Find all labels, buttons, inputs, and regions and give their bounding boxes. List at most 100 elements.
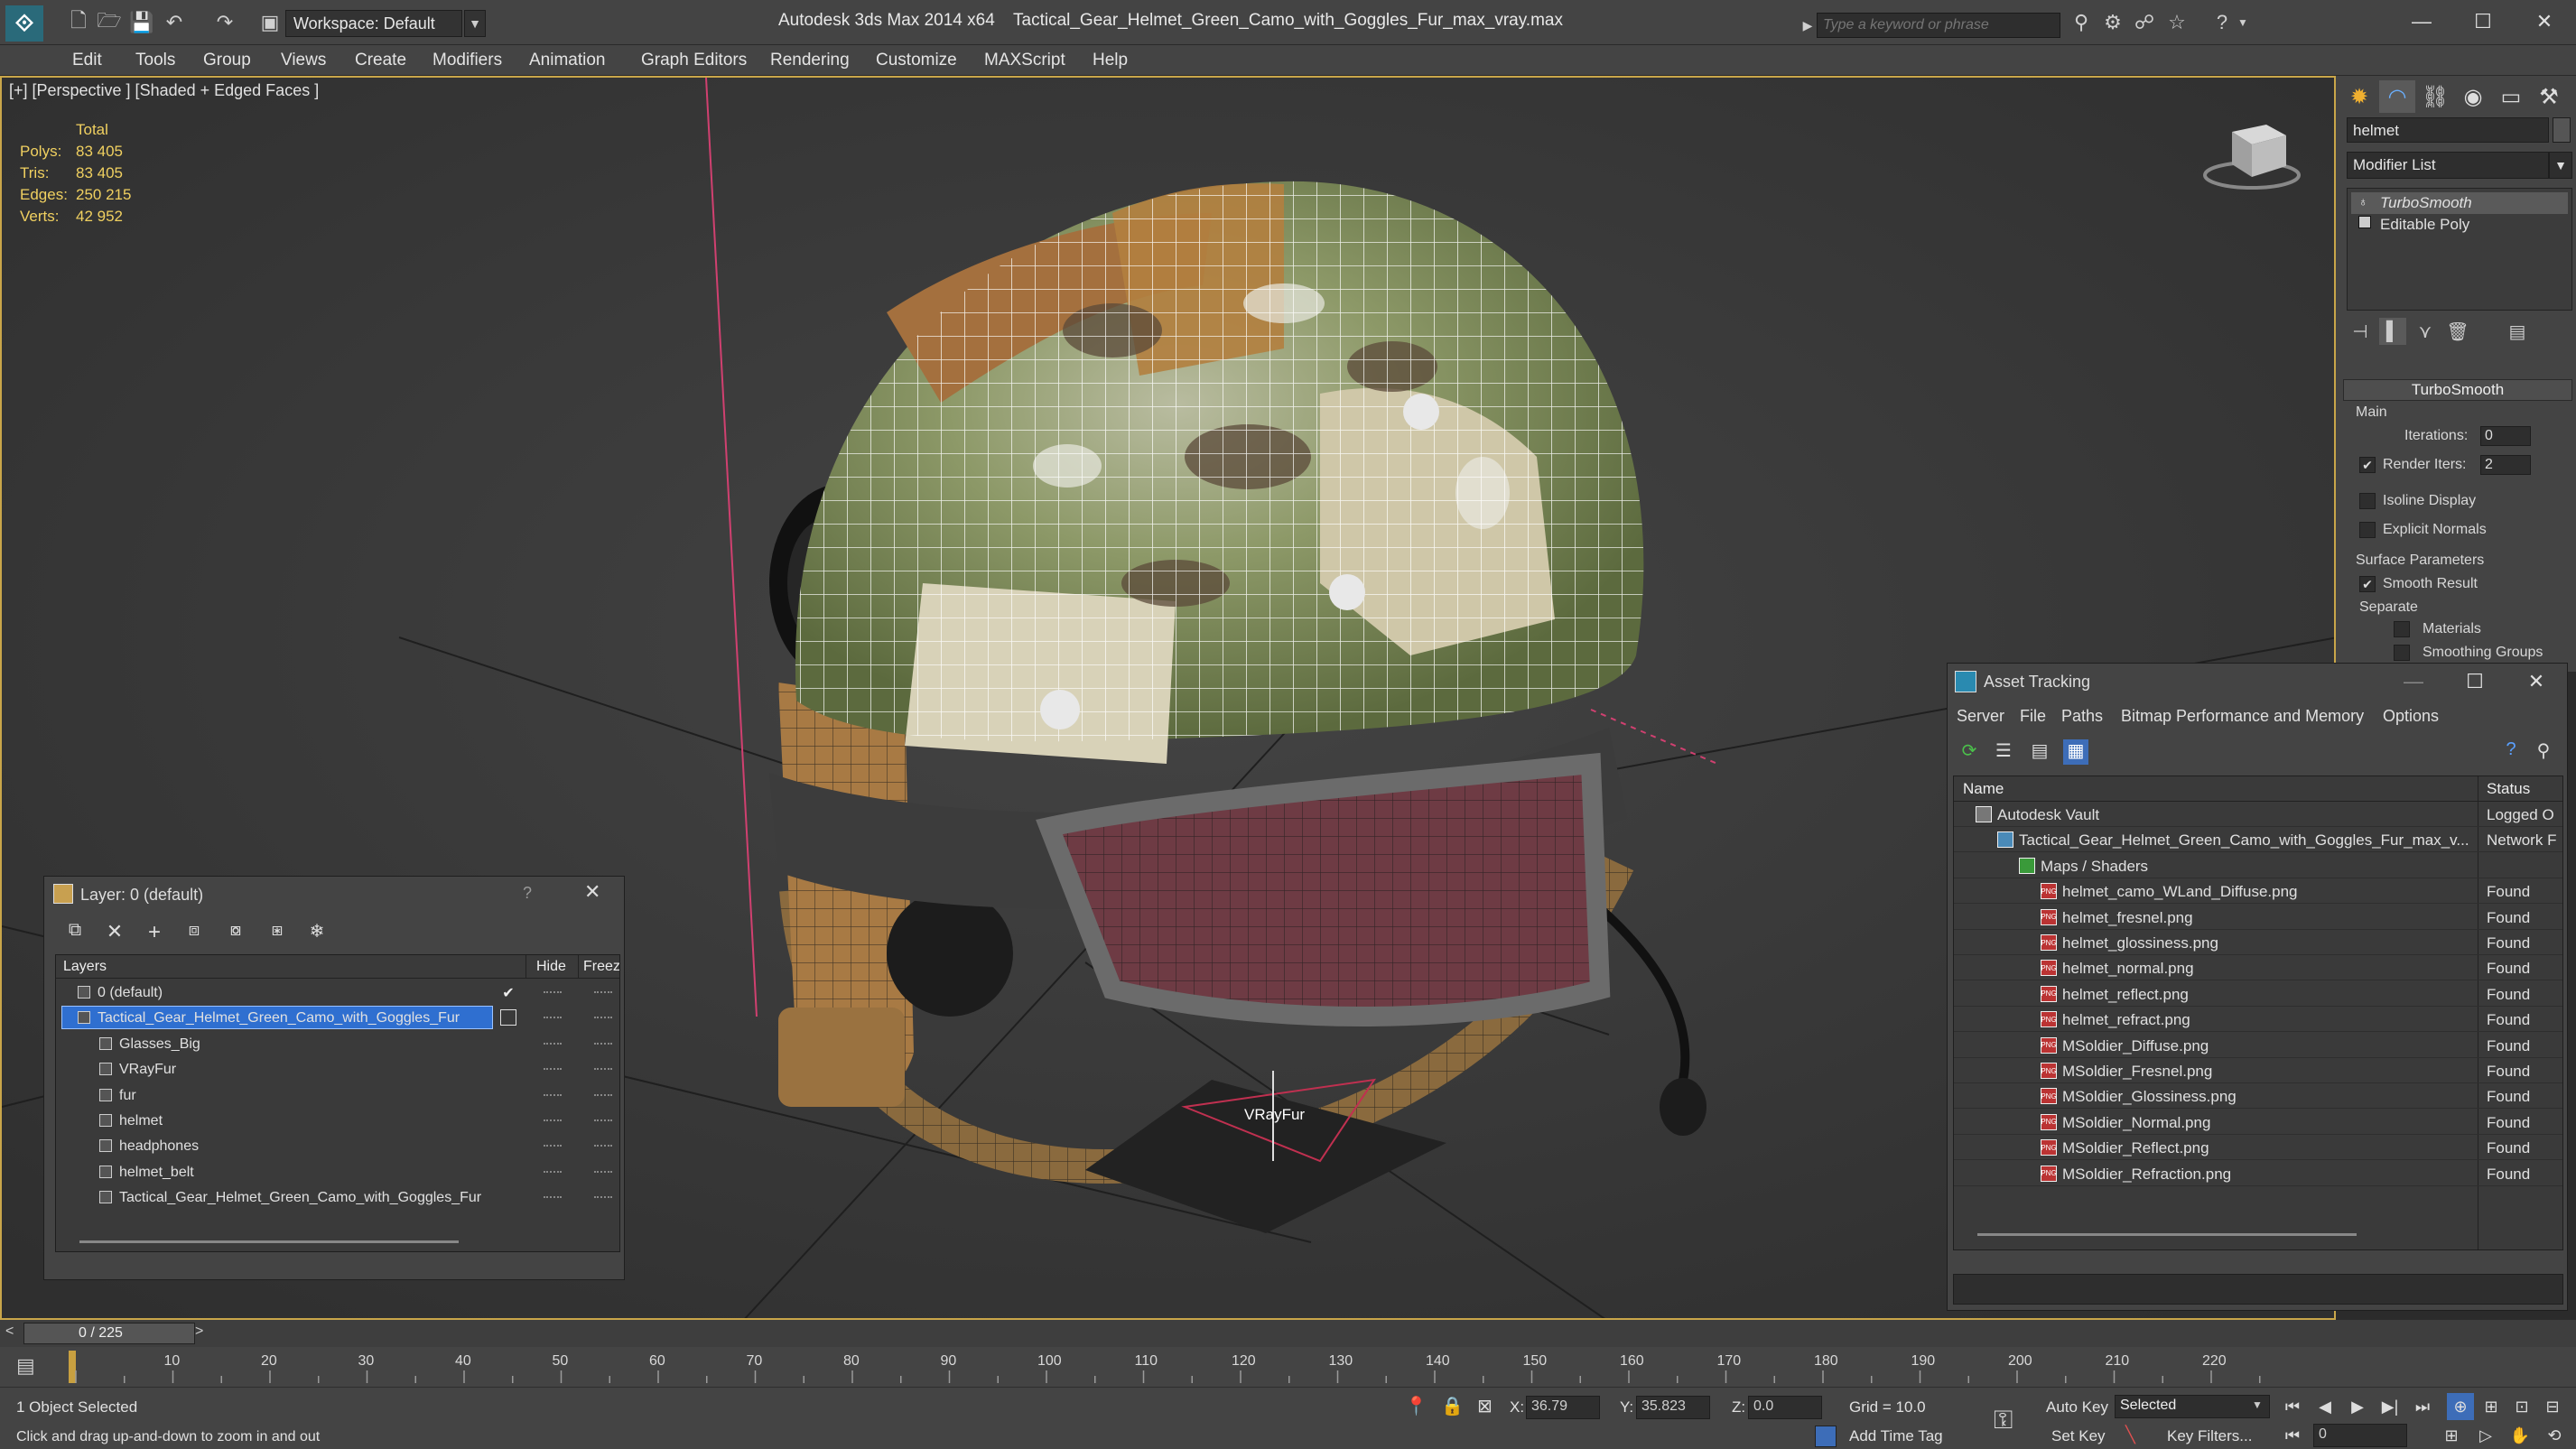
time-slider-prev-icon[interactable]: < <box>5 1324 14 1340</box>
menu-maxscript[interactable]: MAXScript <box>984 51 1065 70</box>
make-unique-icon[interactable]: ⋎ <box>2412 318 2439 345</box>
hide-toggle[interactable] <box>544 1017 562 1019</box>
active-layer-checkbox[interactable] <box>500 1087 516 1103</box>
search-input[interactable] <box>1817 13 2060 38</box>
mini-curve-editor-icon[interactable]: ▤ <box>16 1354 35 1378</box>
create-layer-icon[interactable]: ⧉ <box>62 920 88 945</box>
object-color-swatch[interactable] <box>2553 117 2571 143</box>
freeze-toggle[interactable] <box>594 1119 612 1121</box>
undo-icon[interactable]: ↶ <box>161 9 188 36</box>
chevron-down-icon[interactable]: ▼ <box>2549 152 2572 179</box>
asset-row[interactable]: PNG helmet_glossiness.png Found <box>1954 930 2562 955</box>
zoom-all-icon[interactable]: ⊞ <box>2478 1393 2505 1420</box>
asset-row[interactable]: Tactical_Gear_Helmet_Green_Camo_with_Gog… <box>1954 827 2562 853</box>
y-coordinate-field[interactable]: 35.823 <box>1636 1396 1710 1419</box>
stack-item-editable-poly[interactable]: Editable Poly <box>2351 214 2568 236</box>
column-header-name[interactable]: Name <box>1963 780 2004 798</box>
asset-row[interactable]: PNG helmet_refract.png Found <box>1954 1007 2562 1033</box>
menu-graph-editors[interactable]: Graph Editors <box>641 51 747 70</box>
menu-animation[interactable]: Animation <box>529 51 606 70</box>
x-coordinate-field[interactable]: 36.79 <box>1526 1396 1600 1419</box>
key-icon[interactable]: ⚿ <box>1994 1406 2013 1435</box>
asset-row[interactable]: PNG MSoldier_Reflect.png Found <box>1954 1135 2562 1161</box>
help-dropdown-icon[interactable]: ▼ <box>2236 9 2250 36</box>
asset-menu-paths[interactable]: Paths <box>2061 707 2103 726</box>
freeze-toggle[interactable] <box>594 1068 612 1071</box>
pin-stack-icon[interactable]: ⊣ <box>2347 318 2374 345</box>
motion-tab-icon[interactable]: ◉ <box>2455 80 2491 113</box>
favorites-star-icon[interactable]: ☆ <box>2163 9 2190 36</box>
asset-menu-file[interactable]: File <box>2020 707 2046 726</box>
column-header-status[interactable]: Status <box>2487 780 2530 798</box>
highlight-layer-icon[interactable]: ⧇ <box>223 920 248 945</box>
hide-toggle[interactable] <box>544 1119 562 1121</box>
asset-row[interactable]: PNG MSoldier_Fresnel.png Found <box>1954 1058 2562 1083</box>
menu-edit[interactable]: Edit <box>72 51 102 70</box>
key-filters-button[interactable]: Key Filters... <box>2167 1427 2252 1445</box>
communication-icon[interactable]: ☍ <box>2131 9 2158 36</box>
active-layer-checkbox[interactable] <box>500 1138 516 1154</box>
asset-row[interactable]: PNG helmet_camo_WLand_Diffuse.png Found <box>1954 878 2562 905</box>
next-frame-icon[interactable]: ▶| <box>2376 1393 2404 1420</box>
menu-create[interactable]: Create <box>355 51 406 70</box>
layer-row[interactable]: Tactical_Gear_Helmet_Green_Camo_with_Gog… <box>56 1006 619 1031</box>
active-layer-checkbox[interactable] <box>500 1009 516 1026</box>
binoculars-icon[interactable]: ⚲ <box>2068 9 2095 36</box>
save-file-icon[interactable]: 💾 <box>128 9 155 36</box>
add-to-layer-icon[interactable]: + <box>142 920 167 945</box>
stack-item-turbosmooth[interactable]: TurboSmooth <box>2351 192 2568 214</box>
field-of-view-icon[interactable]: ▷ <box>2472 1422 2499 1449</box>
subscription-icon[interactable]: ⚙ <box>2099 9 2126 36</box>
modifier-list-dropdown[interactable]: Modifier List <box>2347 152 2549 179</box>
time-slider[interactable]: < 0 / 225 > <box>0 1320 2576 1347</box>
play-icon[interactable]: ▶ <box>2344 1393 2371 1420</box>
freeze-toggle[interactable] <box>594 1145 612 1147</box>
iterations-spinner[interactable]: 0 <box>2480 426 2531 446</box>
layer-row[interactable]: Tactical_Gear_Helmet_Green_Camo_with_Gog… <box>56 1185 619 1211</box>
asset-path-field[interactable] <box>1953 1274 2563 1305</box>
menu-tools[interactable]: Tools <box>135 51 175 70</box>
close-icon[interactable]: ✕ <box>584 880 600 904</box>
pan-view-icon[interactable]: ✋ <box>2506 1422 2534 1449</box>
asset-menu-server[interactable]: Server <box>1957 707 2004 726</box>
refresh-icon[interactable]: ⟳ <box>1957 739 1982 765</box>
time-slider-thumb[interactable]: 0 / 225 <box>23 1323 195 1344</box>
asset-row[interactable]: PNG MSoldier_Glossiness.png Found <box>1954 1083 2562 1110</box>
column-header-freeze[interactable]: Freez <box>583 959 619 975</box>
freeze-toggle[interactable] <box>594 1093 612 1096</box>
hierarchy-tab-icon[interactable]: ⛓ <box>2417 80 2453 113</box>
absolute-mode-icon[interactable]: ⊠ <box>1477 1395 1493 1417</box>
active-layer-checkbox[interactable] <box>500 1061 516 1077</box>
active-layer-checkbox[interactable] <box>500 1036 516 1052</box>
asset-row[interactable]: PNG helmet_reflect.png Found <box>1954 981 2562 1007</box>
smoothing-groups-checkbox[interactable] <box>2394 645 2410 661</box>
freeze-toggle[interactable] <box>594 1042 612 1045</box>
modify-tab-icon[interactable]: ◠ <box>2379 80 2415 113</box>
menu-rendering[interactable]: Rendering <box>770 51 850 70</box>
set-key-mode-icon[interactable]: ╲ <box>2125 1426 2135 1444</box>
display-tab-icon[interactable]: ▭ <box>2493 80 2529 113</box>
hide-toggle[interactable] <box>544 1068 562 1071</box>
render-iters-checkbox[interactable]: ✔ <box>2359 457 2376 473</box>
active-layer-checkbox[interactable] <box>500 1164 516 1180</box>
time-slider-next-icon[interactable]: > <box>195 1324 203 1340</box>
smooth-result-checkbox[interactable]: ✔ <box>2359 576 2376 592</box>
delete-layer-icon[interactable]: ✕ <box>102 920 127 945</box>
menu-modifiers[interactable]: Modifiers <box>432 51 502 70</box>
horizontal-scrollbar[interactable] <box>79 1240 459 1243</box>
hide-toggle[interactable] <box>544 1170 562 1173</box>
active-layer-checkbox[interactable]: ✔ <box>500 984 516 1001</box>
materials-checkbox[interactable] <box>2394 621 2410 637</box>
select-objects-icon[interactable]: ⧈ <box>181 920 207 945</box>
z-coordinate-field[interactable]: 0.0 <box>1748 1396 1822 1419</box>
layer-row[interactable]: VRayFur <box>56 1057 619 1082</box>
object-name-field[interactable]: helmet <box>2347 117 2549 143</box>
orbit-icon[interactable]: ⟲ <box>2541 1422 2568 1449</box>
freeze-toggle[interactable] <box>594 1196 612 1199</box>
asset-menu-options[interactable]: Options <box>2383 707 2439 726</box>
freeze-all-layers-icon[interactable]: ❄ <box>304 920 330 945</box>
maximize-viewport-icon[interactable]: ⊟ <box>2539 1393 2566 1420</box>
project-folder-icon[interactable]: ▣ <box>256 9 284 36</box>
asset-row[interactable]: Maps / Shaders <box>1954 853 2562 878</box>
app-logo-icon[interactable]: ⟐ <box>5 5 43 42</box>
